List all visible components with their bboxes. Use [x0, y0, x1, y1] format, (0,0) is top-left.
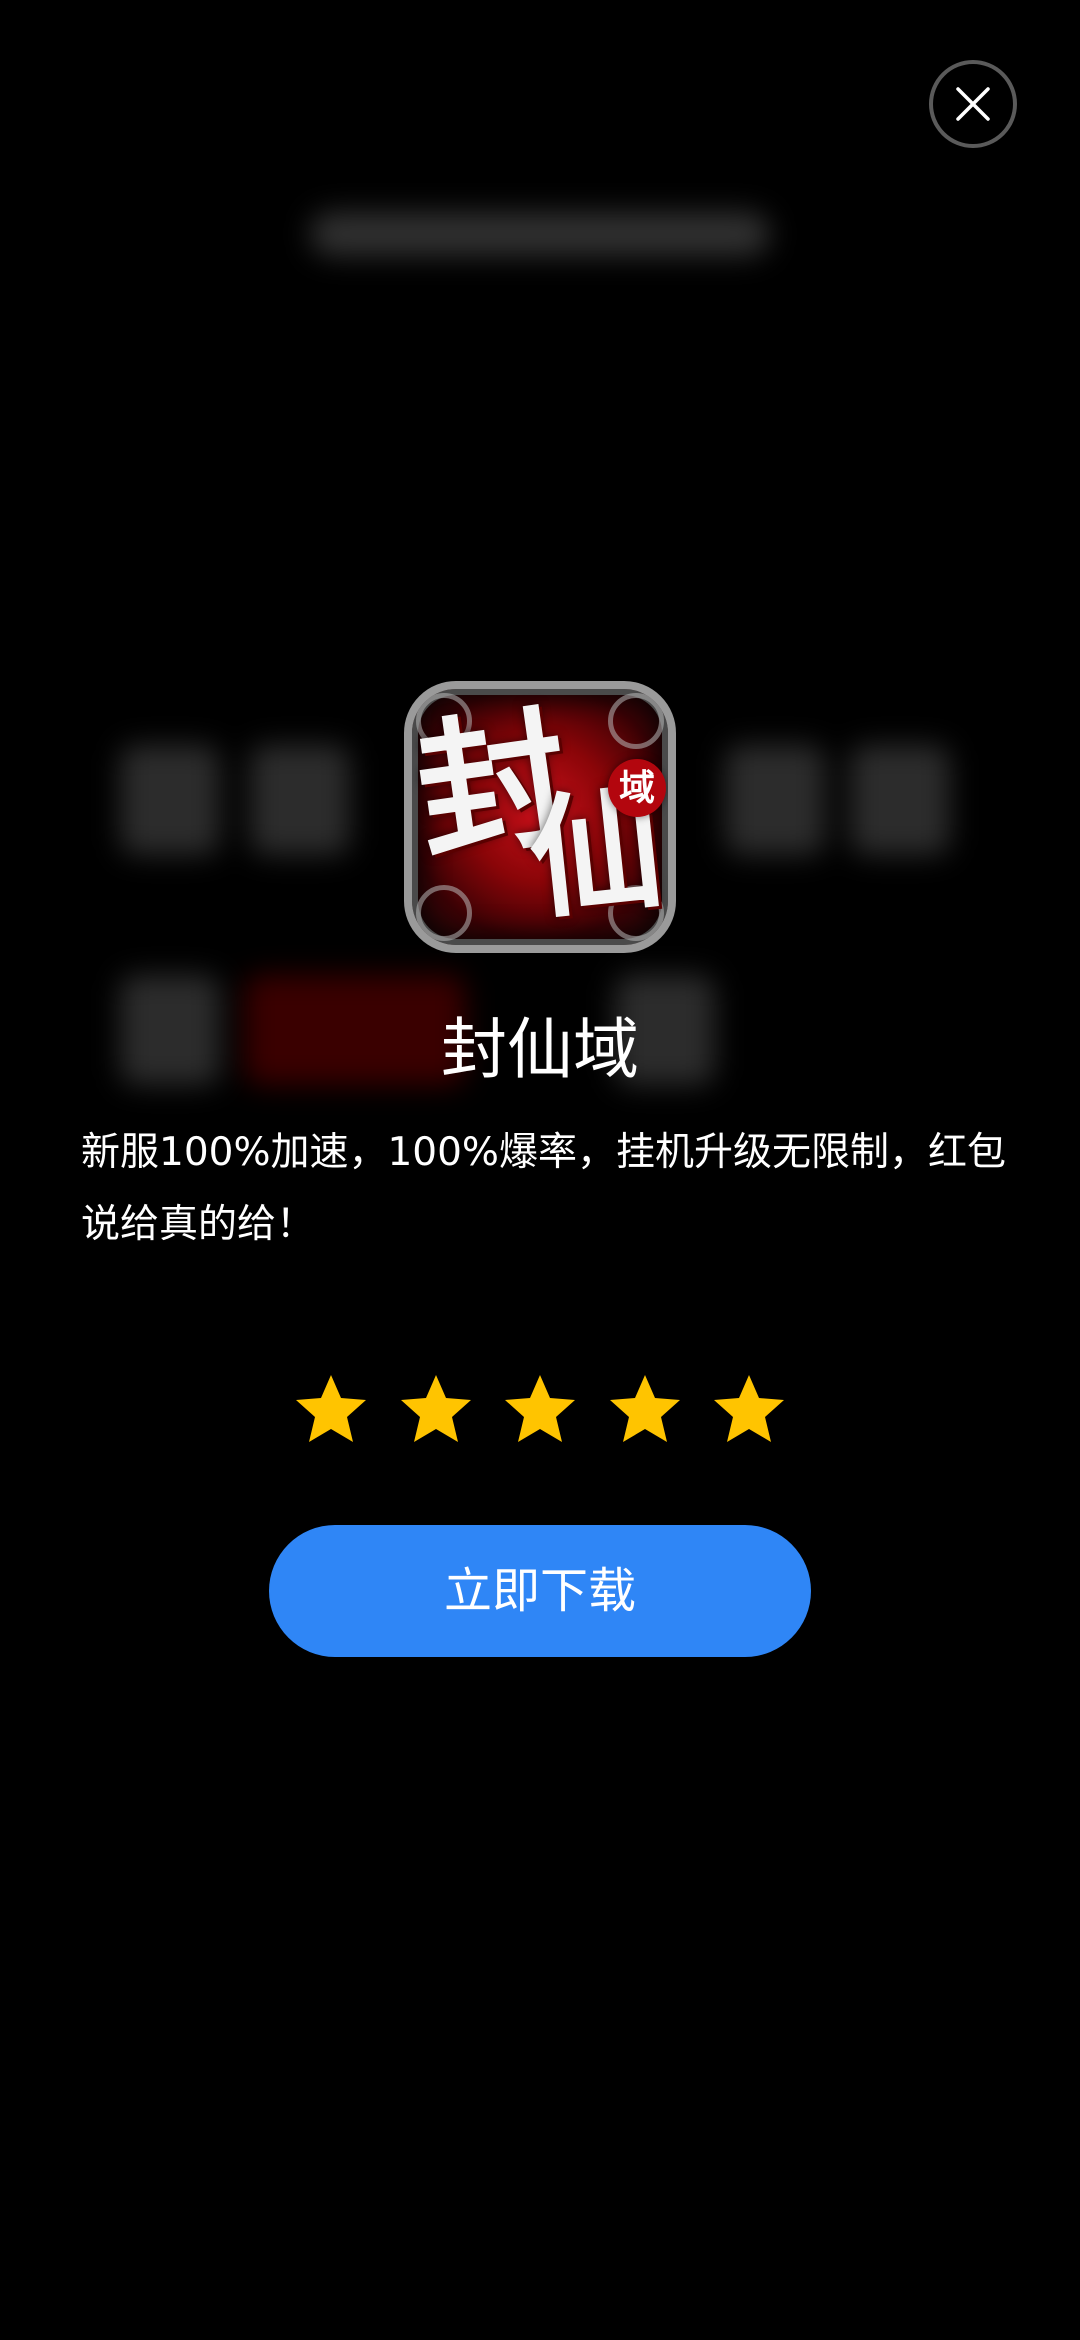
- star-icon: [608, 1372, 682, 1446]
- app-title: 封仙域: [441, 1011, 639, 1088]
- blurred-block: [850, 745, 950, 855]
- star-icon: [399, 1372, 473, 1446]
- icon-logo-seal: 域: [608, 759, 666, 817]
- blurred-block: [725, 745, 825, 855]
- icon-corner-ornament: [608, 693, 664, 749]
- rating-stars: [294, 1372, 786, 1446]
- star-icon: [712, 1372, 786, 1446]
- close-button[interactable]: [929, 60, 1017, 148]
- blurred-title-bar: [310, 212, 770, 256]
- star-icon: [503, 1372, 577, 1446]
- app-icon: 封 仙 域: [404, 681, 676, 953]
- close-icon: [956, 87, 990, 121]
- app-description: 新服100%加速，100%爆率，挂机升级无限制，红包说给真的给！: [81, 1130, 1006, 1247]
- blurred-block: [250, 745, 350, 855]
- icon-corner-ornament: [416, 885, 472, 941]
- star-icon: [294, 1372, 368, 1446]
- blurred-block: [120, 745, 220, 855]
- download-button[interactable]: 立即下载: [269, 1525, 811, 1657]
